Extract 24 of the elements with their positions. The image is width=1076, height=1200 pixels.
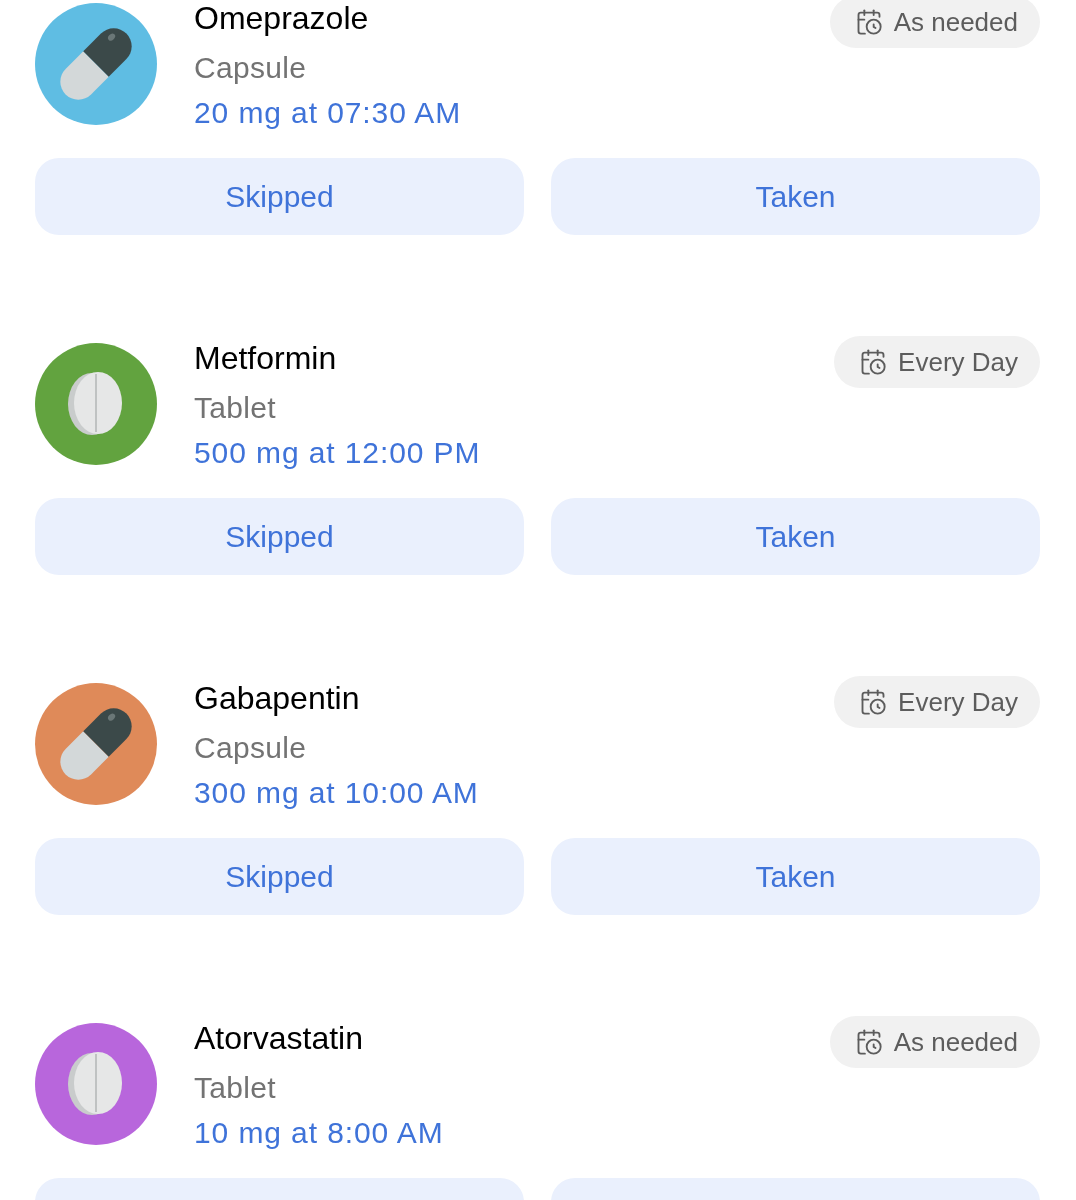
medication-name: Atorvastatin (194, 1020, 364, 1056)
calendar-clock-icon (859, 348, 888, 376)
medication-form: Tablet (194, 1070, 277, 1106)
schedule-text: Every Day (898, 346, 1018, 378)
dose-time: 500 mg at 12:00 PM (194, 435, 482, 471)
schedule-text: Every Day (898, 686, 1018, 718)
skipped-button[interactable]: Skipped (35, 498, 524, 575)
skipped-button[interactable]: Skipped (35, 838, 524, 915)
medication-form: Tablet (194, 390, 277, 426)
medication-form: Capsule (194, 50, 308, 86)
medication-name: Metformin (194, 340, 338, 376)
medication-name: Gabapentin (194, 680, 361, 716)
calendar-clock-icon (859, 688, 888, 716)
schedule-text: As needed (893, 6, 1018, 38)
dose-time: 300 mg at 10:00 AM (194, 775, 480, 811)
dose-time: 10 mg at 8:00 AM (194, 1115, 445, 1151)
dose-time: 20 mg at 07:30 AM (194, 95, 463, 131)
skipped-button[interactable]: Skipped (35, 158, 524, 235)
medication-form: Capsule (194, 730, 308, 766)
taken-button[interactable]: Taken (551, 498, 1040, 575)
medication-name: Omeprazole (194, 0, 370, 36)
taken-button[interactable]: Taken (551, 158, 1040, 235)
taken-button[interactable]: Taken (551, 838, 1040, 915)
schedule-text: As needed (893, 1026, 1018, 1058)
